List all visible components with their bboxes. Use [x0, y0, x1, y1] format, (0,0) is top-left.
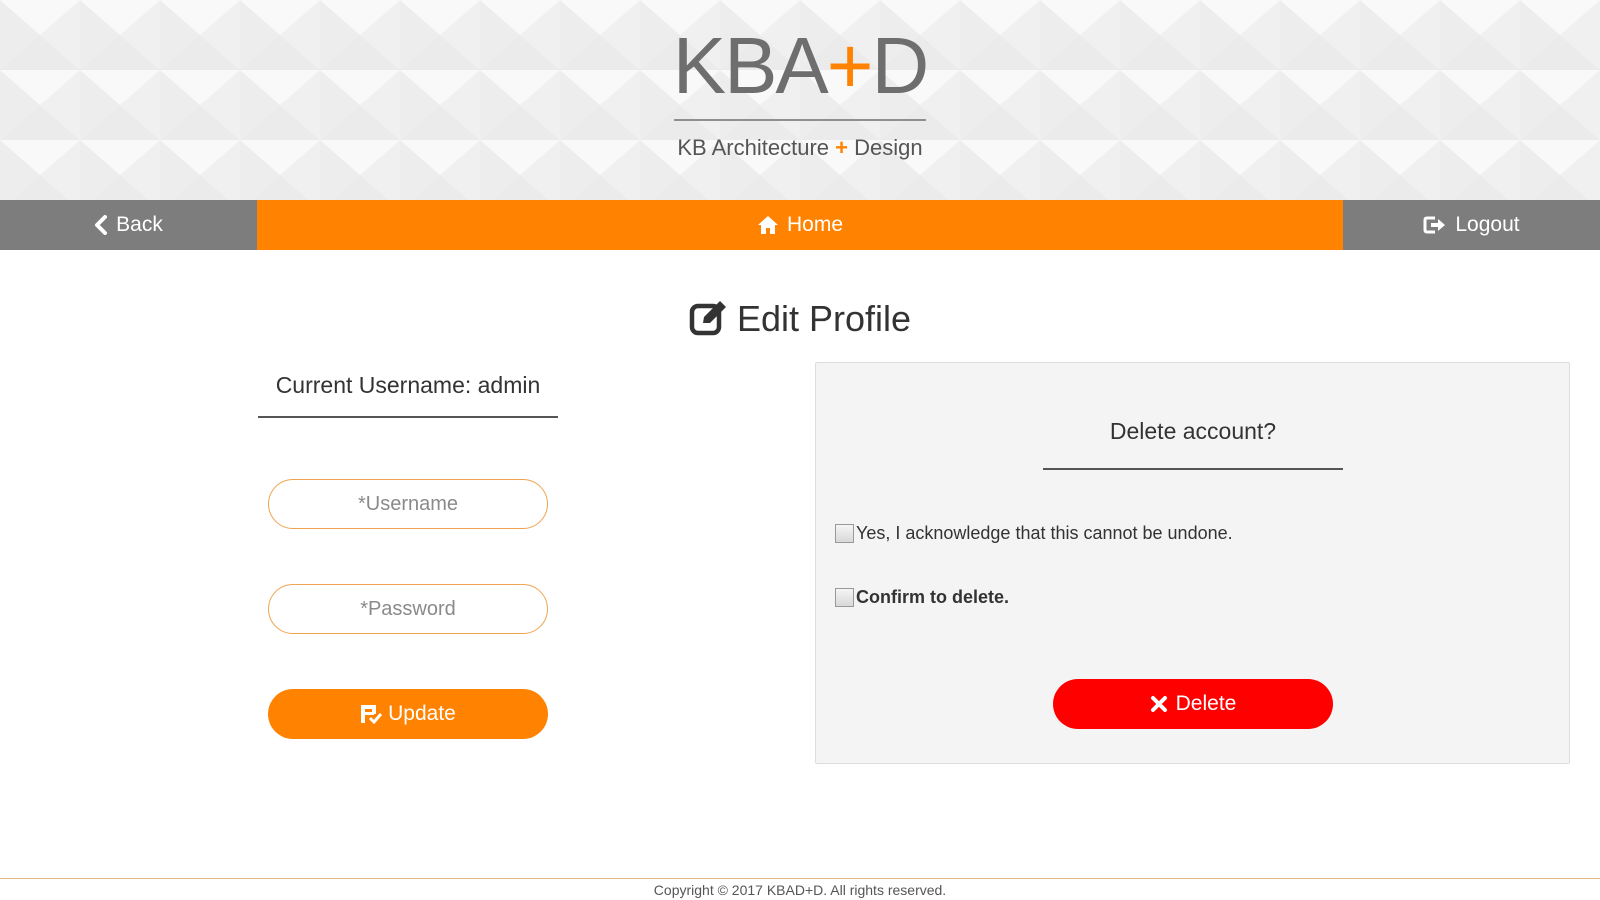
chevron-left-icon — [95, 215, 108, 235]
home-icon — [757, 216, 778, 234]
logo-divider — [674, 119, 926, 121]
delete-button[interactable]: Delete — [1053, 679, 1333, 729]
update-label: Update — [388, 702, 456, 725]
page-title: Edit Profile — [0, 298, 1600, 340]
acknowledge-checkbox[interactable] — [835, 524, 854, 543]
back-label: Back — [116, 213, 163, 236]
footer-copyright: Copyright © 2017 KBAD+D. All rights rese… — [653, 882, 947, 898]
logout-label: Logout — [1455, 213, 1520, 236]
x-icon — [1150, 696, 1167, 712]
profile-form: Current Username: admin Update — [258, 360, 558, 739]
delete-account-panel: Delete account? Yes, I acknowledge that … — [815, 362, 1570, 764]
footer-divider — [0, 878, 1600, 879]
confirm-label: Confirm to delete. — [856, 587, 1010, 607]
acknowledge-row[interactable]: Yes, I acknowledge that this cannot be u… — [835, 523, 1233, 544]
home-label: Home — [786, 213, 844, 236]
logo-text-left: KBA — [672, 21, 829, 110]
delete-label: Delete — [1175, 692, 1237, 715]
password-input[interactable] — [268, 584, 548, 634]
back-button[interactable]: Back — [0, 200, 257, 250]
main-nav: Back Home Logout — [0, 200, 1600, 250]
update-icon — [361, 705, 383, 724]
logo[interactable]: KBA+D — [660, 18, 940, 114]
current-username: Current Username: admin — [258, 360, 558, 418]
site-header: KBA+D KB Architecture + Design — [0, 0, 1600, 200]
delete-account-title: Delete account? — [1043, 413, 1343, 470]
confirm-row[interactable]: Confirm to delete. — [835, 587, 1009, 608]
home-button[interactable]: Home — [257, 200, 1343, 250]
acknowledge-label: Yes, I acknowledge that this cannot be u… — [856, 523, 1233, 543]
logo-plus: + — [826, 21, 874, 110]
logout-icon — [1423, 216, 1446, 234]
page-title-text: Edit Profile — [736, 298, 912, 339]
logout-button[interactable]: Logout — [1343, 200, 1600, 250]
tagline: KB Architecture + Design — [640, 135, 960, 161]
tagline-left: KB Architecture — [677, 135, 830, 160]
username-input[interactable] — [268, 479, 548, 529]
edit-icon — [689, 301, 726, 336]
update-button[interactable]: Update — [268, 689, 548, 739]
tagline-right: Design — [854, 135, 923, 160]
confirm-checkbox[interactable] — [835, 588, 854, 607]
tagline-plus: + — [835, 135, 848, 160]
logo-text-right: D — [871, 21, 930, 110]
